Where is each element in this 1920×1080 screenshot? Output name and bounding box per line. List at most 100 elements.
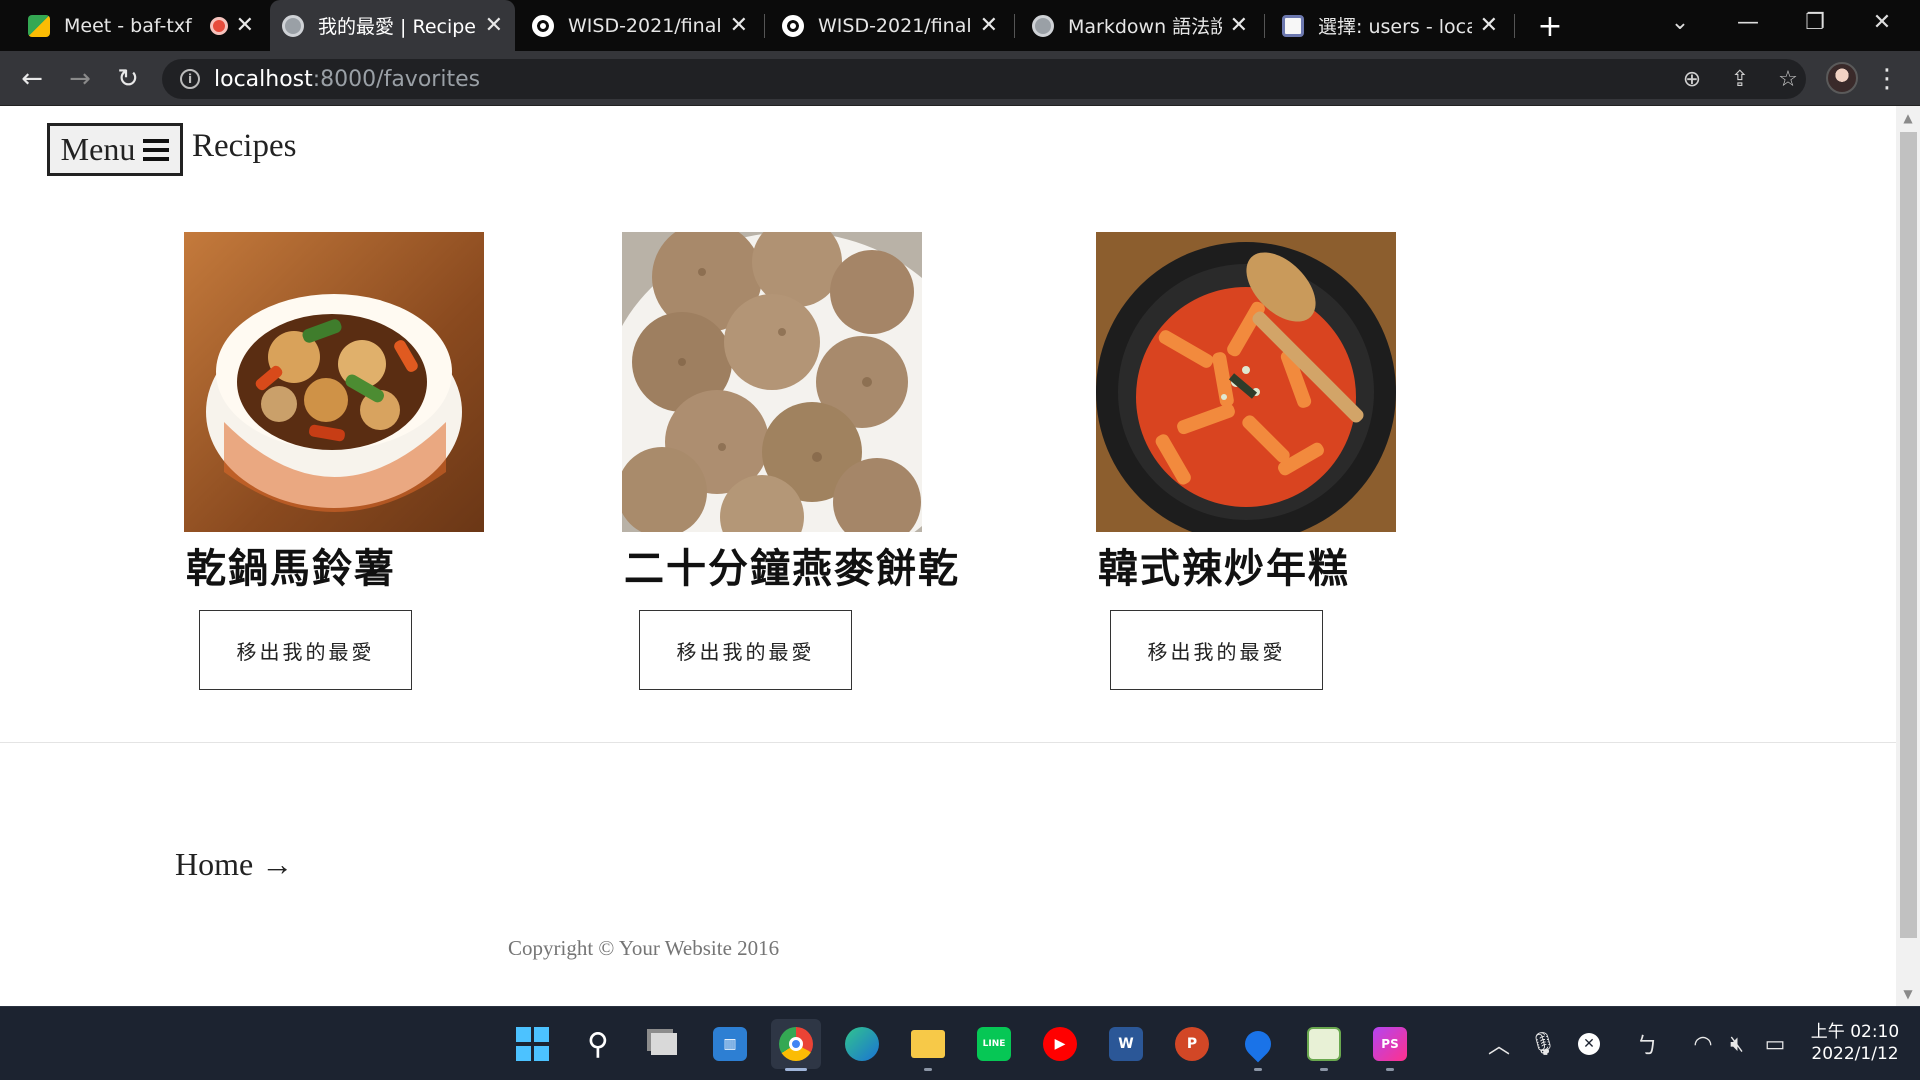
close-tab-icon[interactable]: ✕ <box>236 13 254 38</box>
tab-separator <box>1514 14 1515 38</box>
windows-taskbar: ⚲ ▥ LINE ▶ W P PS ︿ 🎙︎ ✕ ㄅ ◠ 🔇︎ ▭ 上午 02:… <box>0 1006 1920 1080</box>
zoom-icon[interactable]: ⊕ <box>1678 65 1706 93</box>
running-indicator <box>924 1068 932 1071</box>
scroll-up-icon[interactable]: ▲ <box>1896 108 1920 128</box>
taskbar-phpstorm[interactable]: PS <box>1365 1019 1415 1071</box>
tab-meet[interactable]: Meet - baf-txf ✕ <box>16 0 266 51</box>
taskbar-powerpoint[interactable]: P <box>1167 1019 1217 1069</box>
favorite-card: 韓式辣炒年糕 移出我的最愛 <box>1096 232 1396 690</box>
battery-icon[interactable]: ▭ <box>1760 1029 1790 1059</box>
taskbar-file-explorer[interactable] <box>903 1019 953 1071</box>
scroll-thumb[interactable] <box>1900 132 1917 938</box>
search-button[interactable]: ⚲ <box>573 1019 623 1069</box>
widgets-button[interactable]: ▥ <box>705 1019 755 1069</box>
input-method-icon[interactable]: ㄅ <box>1632 1029 1662 1059</box>
copyright-text: Copyright © Your Website 2016 <box>508 936 780 960</box>
favorite-card: 乾鍋馬鈴薯 移出我的最愛 <box>184 232 484 690</box>
close-tab-icon[interactable]: ✕ <box>485 13 503 38</box>
running-indicator <box>1386 1068 1394 1071</box>
phpstorm-icon: PS <box>1373 1027 1407 1061</box>
close-circle-icon[interactable]: ✕ <box>1574 1029 1604 1059</box>
globe-icon <box>1032 14 1054 37</box>
tab-github-1[interactable]: WISD-2021/final0 ✕ <box>520 0 760 51</box>
tab-title: WISD-2021/final0 <box>568 14 722 37</box>
forward-icon[interactable]: → <box>60 59 100 99</box>
remove-favorite-button[interactable]: 移出我的最愛 <box>639 610 852 690</box>
globe-icon <box>282 14 304 37</box>
taskbar-chrome[interactable] <box>771 1019 821 1071</box>
new-tab-button[interactable]: + <box>1532 8 1568 44</box>
recording-icon <box>209 16 228 35</box>
recipe-photo[interactable] <box>1096 232 1396 532</box>
volume-muted-icon[interactable]: 🔇︎ <box>1722 1029 1752 1059</box>
tab-github-2[interactable]: WISD-2021/final0 ✕ <box>770 0 1010 51</box>
bookmark-star-icon[interactable]: ☆ <box>1774 65 1802 93</box>
taskbar-edge[interactable] <box>837 1019 887 1069</box>
back-icon[interactable]: ← <box>12 59 52 99</box>
tab-markdown[interactable]: Markdown 語法說 ✕ <box>1020 0 1260 51</box>
widgets-icon: ▥ <box>713 1027 747 1061</box>
url-path: :8000/favorites <box>312 66 481 92</box>
page-scrollbar[interactable]: ▲ ▼ <box>1896 106 1920 1006</box>
share-icon[interactable]: ⇪ <box>1726 65 1754 93</box>
tab-phpmyadmin[interactable]: 選擇: users - localh ✕ <box>1270 0 1510 51</box>
page-viewport: Menu Recipes 乾鍋馬鈴薯 移出我的最愛 二十分鐘燕麥餅乾 移出我的最… <box>0 106 1920 1006</box>
recipe-name[interactable]: 乾鍋馬鈴薯 <box>186 536 396 594</box>
browser-tab-strip: Meet - baf-txf ✕ 我的最愛 | Recipes ✕ WISD-2… <box>0 0 1920 51</box>
show-hidden-icons-icon[interactable]: ︿ <box>1484 1029 1514 1059</box>
tab-title: 我的最愛 | Recipes <box>318 16 477 38</box>
site-info-icon[interactable]: i <box>180 69 200 89</box>
taskbar-youtube-music[interactable]: ▶ <box>1035 1019 1085 1069</box>
remove-favorite-button[interactable]: 移出我的最愛 <box>199 610 412 690</box>
close-window-icon[interactable]: ✕ <box>1852 0 1912 44</box>
close-tab-icon[interactable]: ✕ <box>1480 13 1498 38</box>
wifi-icon[interactable]: ◠ <box>1688 1029 1718 1059</box>
phpmyadmin-icon <box>1282 14 1304 37</box>
tab-title: Markdown 語法說 <box>1068 16 1222 38</box>
line-icon: LINE <box>977 1027 1011 1061</box>
close-tab-icon[interactable]: ✕ <box>1230 13 1248 38</box>
restore-icon[interactable]: ❐ <box>1785 0 1845 44</box>
minimize-icon[interactable]: — <box>1718 0 1778 44</box>
running-indicator <box>1320 1068 1328 1071</box>
folder-icon <box>911 1030 945 1058</box>
taskbar-line[interactable]: LINE <box>969 1019 1019 1069</box>
github-icon <box>782 14 804 37</box>
recipe-name[interactable]: 韓式辣炒年糕 <box>1098 536 1350 594</box>
running-indicator <box>785 1068 807 1071</box>
close-tab-icon[interactable]: ✕ <box>980 13 998 38</box>
search-icon: ⚲ <box>587 1026 609 1062</box>
tab-separator <box>764 14 765 38</box>
start-button[interactable] <box>507 1019 557 1069</box>
hamburger-icon <box>143 138 170 161</box>
tab-favorites[interactable]: 我的最愛 | Recipes ✕ <box>270 0 515 51</box>
favorite-card: 二十分鐘燕麥餅乾 移出我的最愛 <box>622 232 958 690</box>
site-title[interactable]: Recipes <box>192 128 296 165</box>
tab-search-icon[interactable]: ⌄ <box>1650 0 1710 44</box>
taskbar-notepad[interactable] <box>1299 1019 1349 1071</box>
google-meet-icon <box>28 14 50 37</box>
remove-favorite-button[interactable]: 移出我的最愛 <box>1110 610 1323 690</box>
task-view-button[interactable] <box>639 1019 689 1069</box>
menu-button[interactable]: Menu <box>47 123 183 176</box>
clock-date: 2022/1/12 <box>1811 1044 1899 1064</box>
profile-avatar[interactable] <box>1826 62 1858 94</box>
microphone-icon[interactable]: 🎙︎ <box>1528 1029 1558 1059</box>
oatmeal-cookies-image <box>622 232 922 532</box>
more-menu-icon[interactable]: ⋮ <box>1872 61 1902 97</box>
taskbar-maps[interactable] <box>1233 1019 1283 1071</box>
recipe-photo[interactable] <box>622 232 922 532</box>
taskbar-word[interactable]: W <box>1101 1019 1151 1069</box>
tab-title: WISD-2021/final0 <box>818 14 972 37</box>
home-link[interactable]: Home → <box>175 846 293 883</box>
edge-icon <box>845 1027 879 1061</box>
tab-separator <box>1264 14 1265 38</box>
recipe-name[interactable]: 二十分鐘燕麥餅乾 <box>624 536 960 594</box>
recipe-photo[interactable] <box>184 232 484 532</box>
address-bar[interactable]: i localhost:8000/favorites ⊕ ⇪ ☆ <box>162 59 1806 99</box>
close-tab-icon[interactable]: ✕ <box>730 13 748 38</box>
reload-icon[interactable]: ↻ <box>108 59 148 99</box>
notepad-icon <box>1307 1027 1341 1061</box>
scroll-down-icon[interactable]: ▼ <box>1896 984 1920 1004</box>
taskbar-clock[interactable]: 上午 02:10 2022/1/12 <box>1800 1021 1910 1065</box>
